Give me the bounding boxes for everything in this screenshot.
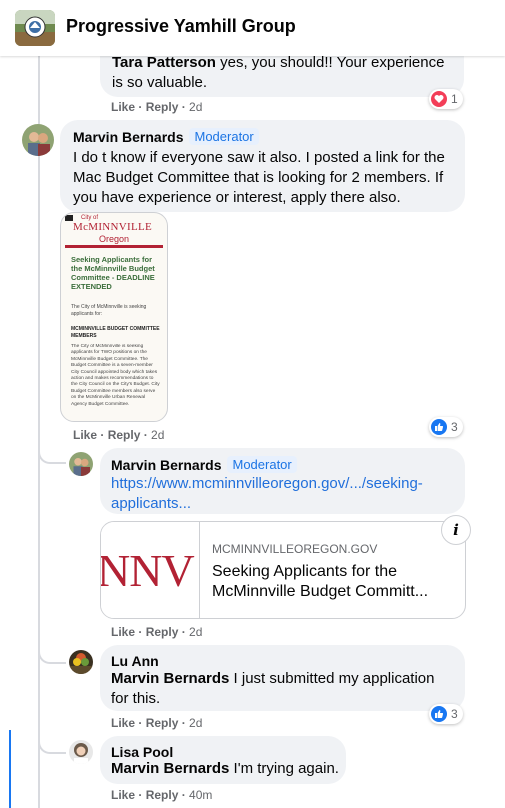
- author-name[interactable]: Lisa Pool: [111, 744, 173, 760]
- comment-text: Marvin Bernards I just submitted my appl…: [111, 670, 435, 707]
- comment-text: I do t know if everyone saw it also. I p…: [73, 149, 445, 206]
- timestamp[interactable]: 2d: [189, 716, 202, 730]
- comment-bubble: Marvin Bernards Moderator https://www.mc…: [100, 448, 465, 514]
- timestamp[interactable]: 2d: [189, 100, 202, 114]
- doc-headline: Seeking Applicants for the McMinnville B…: [71, 255, 155, 291]
- reply-button[interactable]: Reply: [146, 716, 179, 730]
- reply-button[interactable]: Reply: [146, 625, 179, 639]
- author-name[interactable]: Marvin Bernards: [73, 129, 183, 145]
- comment-bubble: Lisa Pool Marvin Bernards I'm trying aga…: [100, 736, 346, 784]
- like-button[interactable]: Like: [111, 716, 135, 730]
- reply-button[interactable]: Reply: [146, 100, 179, 114]
- link-preview-card[interactable]: NNV MCMINNVILLEOREGON.GOV Seeking Applic…: [100, 521, 466, 619]
- reaction-count: 3: [451, 420, 458, 434]
- comment-actions: Like · Reply · 2d: [111, 716, 203, 730]
- menu-icon: [65, 215, 73, 221]
- reaction-pill[interactable]: 3: [429, 417, 463, 437]
- doc-body: The City of McMinnville is seeking appli…: [71, 344, 160, 407]
- moderator-badge: Moderator: [227, 456, 297, 473]
- thread-highlight-line: [9, 730, 11, 808]
- preview-domain: MCMINNVILLEOREGON.GOV: [212, 542, 378, 556]
- like-button[interactable]: Like: [111, 788, 135, 802]
- heart-icon: [431, 91, 447, 107]
- doc-state: Oregon: [99, 234, 130, 244]
- like-button[interactable]: Like: [111, 625, 135, 639]
- doc-subhead: MCMINNVILLE BUDGET COMMITTEE MEMBERS: [71, 326, 160, 339]
- comment-link[interactable]: https://www.mcminnvilleoregon.gov/.../se…: [111, 474, 456, 514]
- comment-actions: Like · Reply · 2d: [73, 428, 165, 442]
- info-icon[interactable]: i: [441, 515, 471, 545]
- timestamp[interactable]: 2d: [151, 428, 164, 442]
- thumbs-up-icon: [431, 706, 447, 722]
- comment-actions: Like · Reply · 2d: [111, 625, 203, 639]
- doc-intro: The City of McMinnville is seeking appli…: [71, 304, 147, 317]
- avatar[interactable]: [22, 124, 54, 156]
- comment-bubble: Marvin Bernards Moderator I do t know if…: [60, 120, 465, 212]
- like-button[interactable]: Like: [111, 100, 135, 114]
- reply-button[interactable]: Reply: [108, 428, 141, 442]
- avatar[interactable]: [69, 650, 93, 674]
- group-title[interactable]: Progressive Yamhill Group: [66, 16, 296, 37]
- comment-actions: Like · Reply · 2d: [111, 100, 203, 114]
- comment-text: Marvin Bernards I'm trying again.: [111, 760, 339, 777]
- comment-text: Tara Patterson yes, you should!! Your ex…: [112, 54, 445, 91]
- author-name[interactable]: Lu Ann: [111, 653, 159, 669]
- preview-image: NNV: [101, 522, 200, 618]
- avatar[interactable]: [69, 452, 93, 476]
- author-name[interactable]: Marvin Bernards: [111, 457, 221, 473]
- reaction-pill[interactable]: 1: [429, 89, 463, 109]
- reply-connector: [38, 640, 66, 664]
- comment-bubble: Lu Ann Marvin Bernards I just submitted …: [100, 645, 465, 711]
- timestamp[interactable]: 2d: [189, 625, 202, 639]
- comment-actions: Like · Reply · 40m: [111, 788, 213, 802]
- reply-connector: [38, 440, 66, 464]
- attached-image[interactable]: City of McMINNVILLE Oregon Seeking Appli…: [60, 212, 168, 422]
- preview-image-text: NNV: [101, 545, 195, 596]
- preview-title: Seeking Applicants for the McMinnville B…: [212, 563, 429, 600]
- doc-city: McMINNVILLE: [73, 221, 153, 233]
- mention[interactable]: Marvin Bernards: [111, 670, 229, 687]
- timestamp[interactable]: 40m: [189, 788, 212, 802]
- reaction-pill[interactable]: 3: [429, 704, 463, 724]
- doc-rule: [65, 245, 163, 248]
- reply-connector: [38, 730, 66, 754]
- moderator-badge: Moderator: [189, 128, 259, 145]
- group-header: Progressive Yamhill Group: [0, 0, 505, 56]
- thumbs-up-icon: [431, 419, 447, 435]
- avatar[interactable]: [69, 740, 93, 764]
- reply-button[interactable]: Reply: [146, 788, 179, 802]
- reaction-count: 1: [451, 92, 458, 106]
- mention[interactable]: Marvin Bernards: [111, 760, 229, 777]
- group-avatar[interactable]: [15, 10, 55, 46]
- reaction-count: 3: [451, 707, 458, 721]
- like-button[interactable]: Like: [73, 428, 97, 442]
